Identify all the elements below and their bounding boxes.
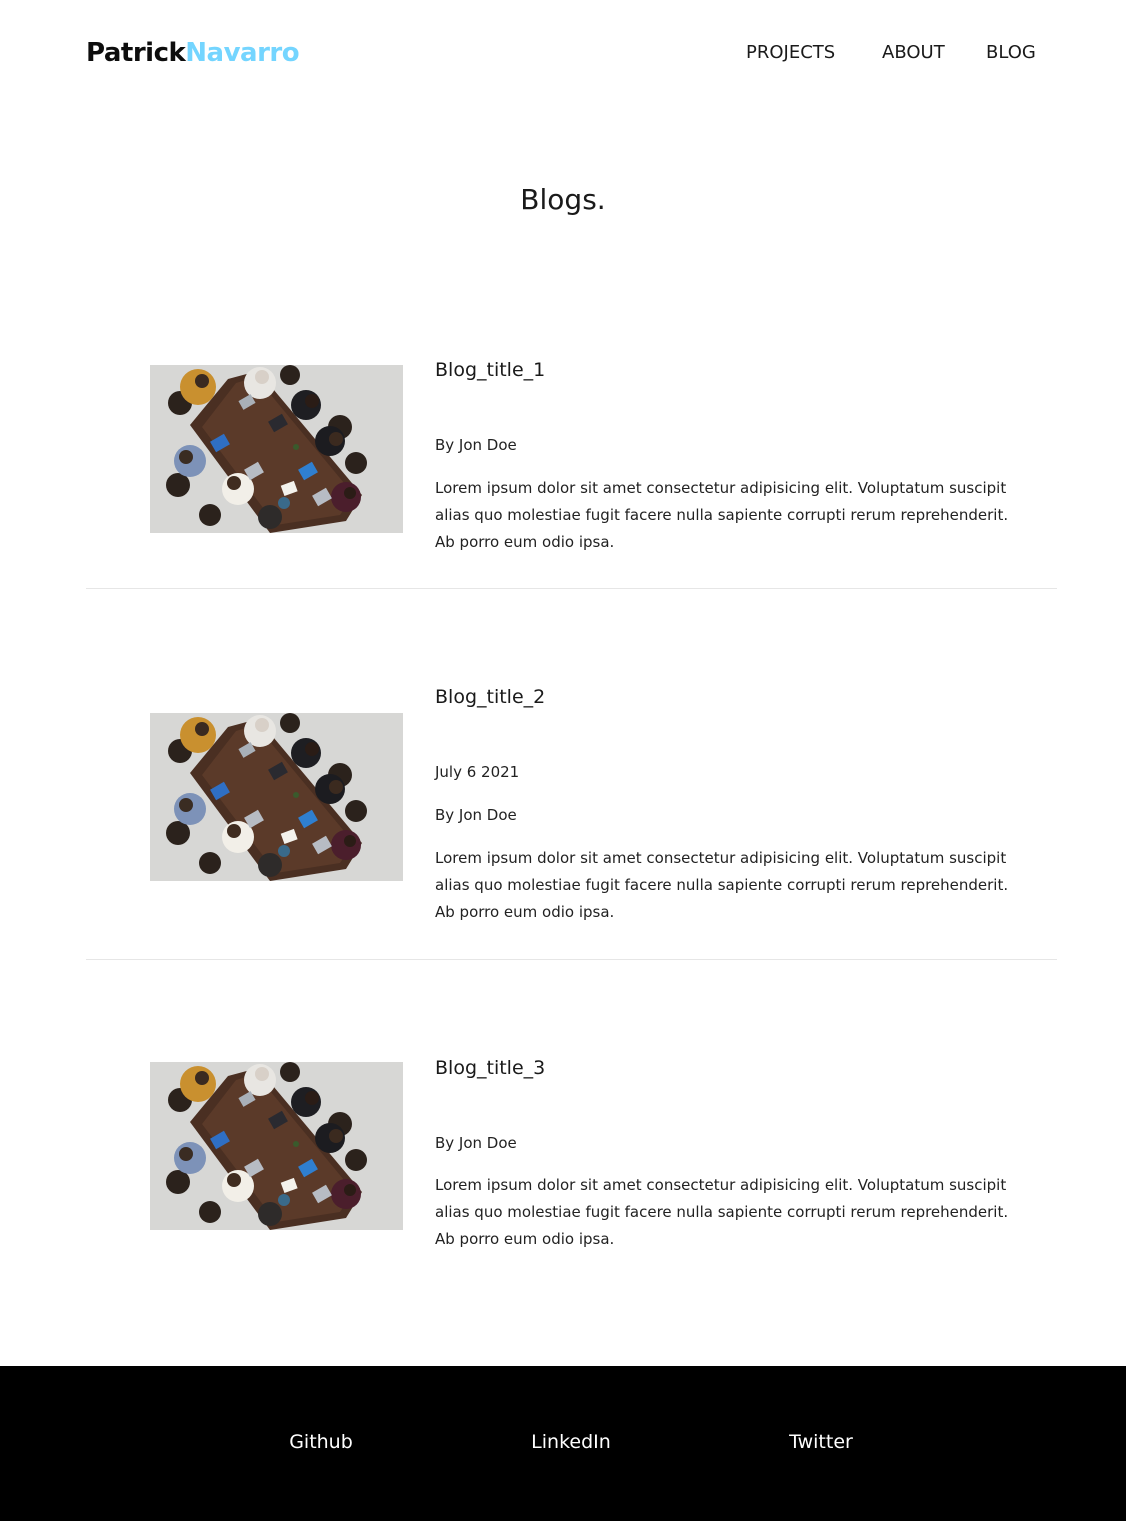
blog-title-3[interactable]: Blog_title_3 [435, 1055, 545, 1081]
post-divider [86, 588, 1057, 589]
blog-thumbnail-1[interactable] [150, 365, 403, 533]
post-divider [86, 959, 1057, 960]
blog-author-1: By Jon Doe [435, 436, 517, 454]
site-footer: Github LinkedIn Twitter [0, 1366, 1126, 1521]
footer-twitter-link[interactable]: Twitter [721, 1428, 921, 1456]
site-logo[interactable]: PatrickNavarro [86, 36, 300, 70]
blog-excerpt-2: Lorem ipsum dolor sit amet consectetur a… [435, 849, 1009, 921]
blog-date-2: July 6 2021 [435, 763, 520, 781]
blog-title-2[interactable]: Blog_title_2 [435, 684, 545, 710]
blog-title-1[interactable]: Blog_title_1 [435, 357, 545, 383]
footer-github-link[interactable]: Github [221, 1428, 421, 1456]
logo-first-name: Patrick [86, 38, 186, 68]
nav-about-link[interactable]: ABOUT [882, 40, 945, 66]
footer-linkedin-link[interactable]: LinkedIn [471, 1428, 671, 1456]
site-header: PatrickNavarro PROJECTS ABOUT BLOG [0, 0, 1126, 110]
logo-last-name: Navarro [185, 38, 300, 68]
blog-thumbnail-2[interactable] [150, 713, 403, 881]
blog-excerpt-3: Lorem ipsum dolor sit amet consectetur a… [435, 1176, 1009, 1248]
blog-thumbnail-3[interactable] [150, 1062, 403, 1230]
nav-blog-link[interactable]: BLOG [986, 40, 1036, 66]
nav-projects-link[interactable]: PROJECTS [746, 40, 835, 66]
blog-author-3: By Jon Doe [435, 1134, 517, 1152]
page-title: Blogs. [520, 183, 606, 216]
blog-excerpt-1: Lorem ipsum dolor sit amet consectetur a… [435, 479, 1009, 551]
blog-author-2: By Jon Doe [435, 806, 517, 824]
